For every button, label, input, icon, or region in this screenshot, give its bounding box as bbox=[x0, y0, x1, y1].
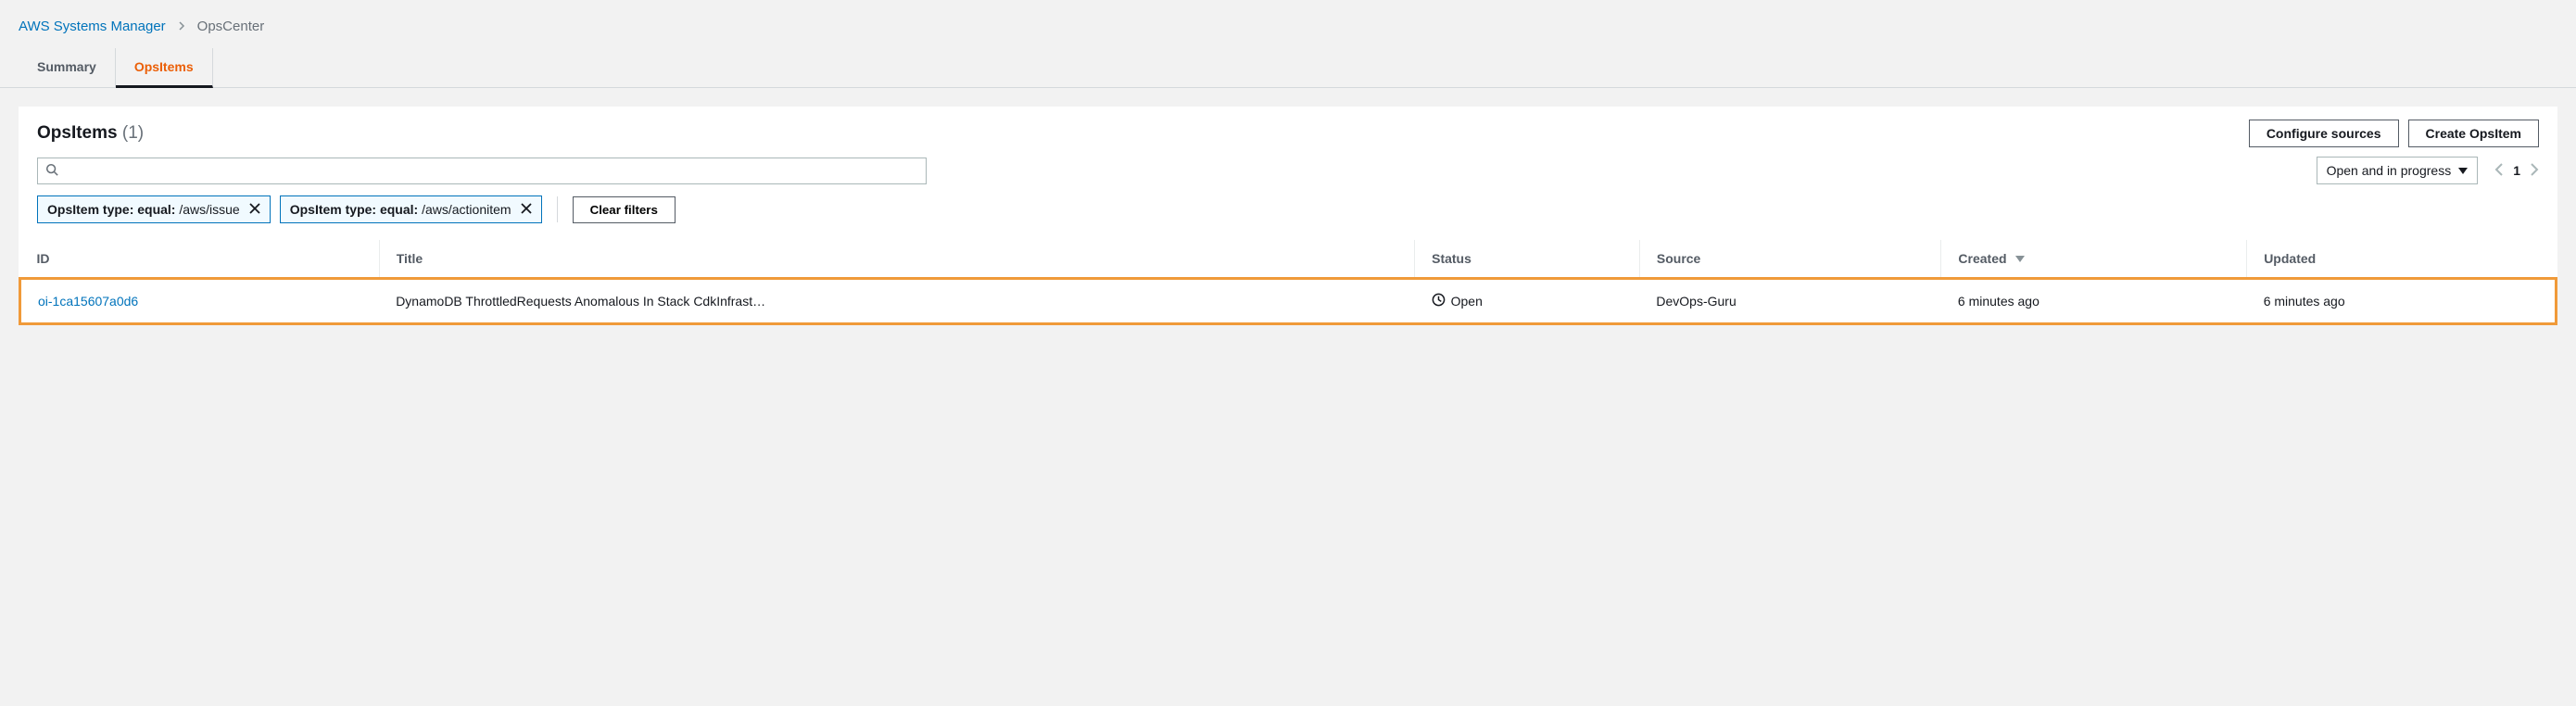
close-icon[interactable] bbox=[249, 202, 260, 217]
opsitem-id-link[interactable]: oi-1ca15607a0d6 bbox=[38, 294, 138, 309]
status-filter-label: Open and in progress bbox=[2327, 163, 2452, 178]
opsitem-title: DynamoDB ThrottledRequests Anomalous In … bbox=[379, 279, 1414, 324]
col-title[interactable]: Title bbox=[379, 240, 1414, 279]
sort-desc-icon bbox=[2015, 256, 2025, 263]
configure-sources-button[interactable]: Configure sources bbox=[2249, 120, 2399, 147]
next-page-icon[interactable] bbox=[2530, 163, 2539, 179]
tabs: Summary OpsItems bbox=[0, 48, 2576, 88]
opsitem-source: DevOps-Guru bbox=[1639, 279, 1941, 324]
tab-opsitems[interactable]: OpsItems bbox=[116, 48, 213, 88]
opsitem-created: 6 minutes ago bbox=[1941, 279, 2247, 324]
chip-value: /aws/actionitem bbox=[422, 202, 511, 217]
close-icon[interactable] bbox=[521, 202, 532, 217]
col-created[interactable]: Created bbox=[1941, 240, 2247, 279]
chip-label: OpsItem type: equal: bbox=[290, 202, 418, 217]
col-source[interactable]: Source bbox=[1639, 240, 1941, 279]
opsitem-status: Open bbox=[1451, 294, 1483, 309]
chip-value: /aws/issue bbox=[179, 202, 239, 217]
breadcrumb: AWS Systems Manager OpsCenter bbox=[0, 9, 2576, 48]
divider bbox=[557, 196, 558, 222]
panel-count: (1) bbox=[122, 123, 144, 143]
page-number: 1 bbox=[2513, 163, 2520, 178]
col-created-label: Created bbox=[1958, 251, 2006, 266]
status-filter-dropdown[interactable]: Open and in progress bbox=[2317, 157, 2479, 184]
col-id[interactable]: ID bbox=[20, 240, 380, 279]
create-opsitem-button[interactable]: Create OpsItem bbox=[2408, 120, 2539, 147]
panel-title: OpsItems (1) bbox=[37, 123, 144, 144]
clock-icon bbox=[1432, 293, 1446, 309]
breadcrumb-current: OpsCenter bbox=[197, 19, 265, 34]
search-icon bbox=[45, 163, 58, 179]
chevron-right-icon bbox=[177, 19, 186, 34]
clear-filters-button[interactable]: Clear filters bbox=[573, 196, 676, 223]
opsitems-table: ID Title Status Source Created Updated o… bbox=[19, 240, 2557, 325]
opsitem-updated: 6 minutes ago bbox=[2247, 279, 2557, 324]
pagination: 1 bbox=[2494, 163, 2539, 179]
col-updated[interactable]: Updated bbox=[2247, 240, 2557, 279]
panel-title-text: OpsItems bbox=[37, 123, 118, 143]
search-input[interactable] bbox=[64, 163, 918, 178]
chip-label: OpsItem type: equal: bbox=[47, 202, 175, 217]
breadcrumb-root[interactable]: AWS Systems Manager bbox=[19, 19, 166, 34]
opsitems-panel: OpsItems (1) Configure sources Create Op… bbox=[19, 107, 2557, 325]
prev-page-icon[interactable] bbox=[2494, 163, 2504, 179]
table-row[interactable]: oi-1ca15607a0d6 DynamoDB ThrottledReques… bbox=[20, 279, 2557, 324]
col-status[interactable]: Status bbox=[1415, 240, 1640, 279]
filter-chip-actionitem: OpsItem type: equal: /aws/actionitem bbox=[280, 195, 542, 223]
filter-chip-issue: OpsItem type: equal: /aws/issue bbox=[37, 195, 271, 223]
search-input-wrap[interactable] bbox=[37, 158, 927, 184]
tab-summary[interactable]: Summary bbox=[19, 48, 116, 87]
caret-down-icon bbox=[2458, 163, 2468, 178]
